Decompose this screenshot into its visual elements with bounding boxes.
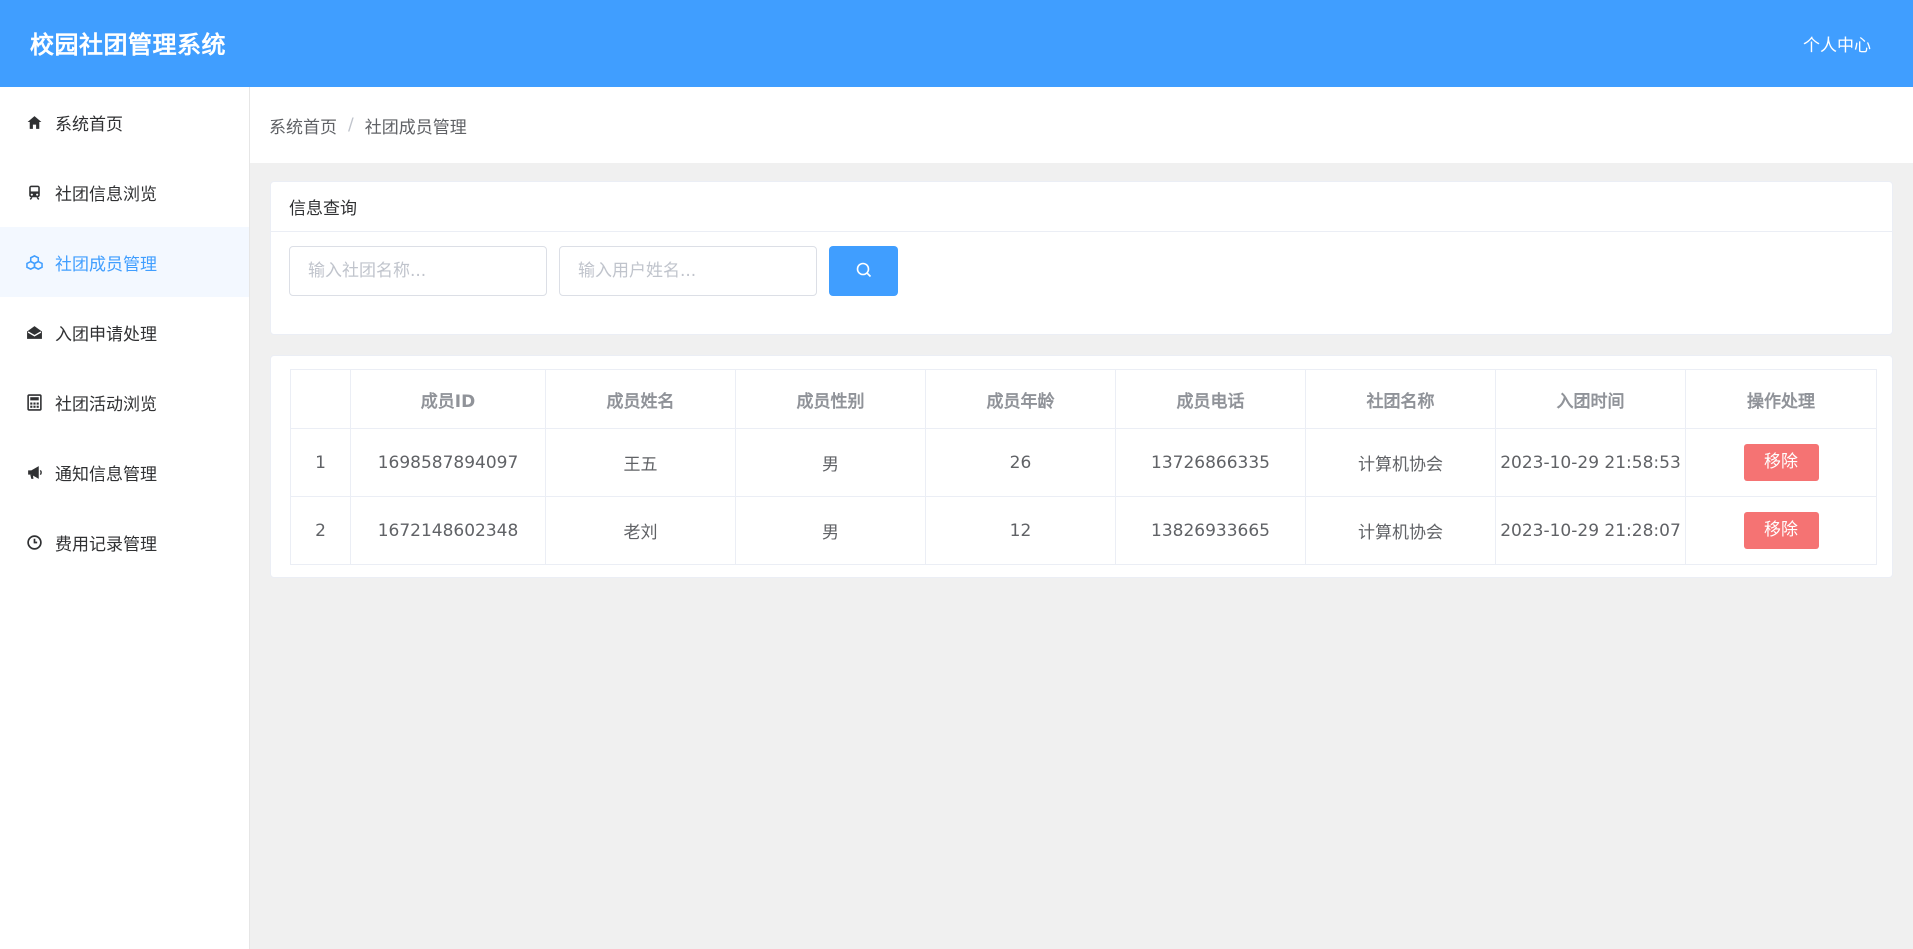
col-header-gender: 成员性别 bbox=[735, 369, 926, 429]
sidebar-item-activities[interactable]: 社团活动浏览 bbox=[0, 367, 249, 437]
sidebar-item-label: 社团活动浏览 bbox=[55, 394, 157, 415]
sidebar-item-club-info[interactable]: 社团信息浏览 bbox=[0, 157, 249, 227]
cell-age: 26 bbox=[925, 428, 1116, 497]
cell-action: 移除 bbox=[1685, 496, 1877, 565]
table-header-row: 成员ID 成员姓名 成员性别 成员年龄 成员电话 社团名称 入团时间 操作处理 bbox=[290, 369, 1877, 429]
cell-name: 老刘 bbox=[545, 496, 736, 565]
cell-club: 计算机协会 bbox=[1305, 428, 1496, 497]
sidebar-item-applications[interactable]: 入团申请处理 bbox=[0, 297, 249, 367]
top-header: 校园社团管理系统 个人中心 bbox=[0, 0, 1913, 87]
sidebar-item-label: 社团信息浏览 bbox=[55, 184, 157, 205]
col-header-phone: 成员电话 bbox=[1115, 369, 1306, 429]
search-panel-title: 信息查询 bbox=[271, 182, 1892, 232]
search-icon bbox=[855, 261, 873, 282]
remove-button[interactable]: 移除 bbox=[1743, 444, 1819, 481]
cell-gender: 男 bbox=[735, 496, 926, 565]
sidebar-item-notifications[interactable]: 通知信息管理 bbox=[0, 437, 249, 507]
col-header-id: 成员ID bbox=[350, 369, 546, 429]
sidebar-item-label: 社团成员管理 bbox=[55, 254, 157, 275]
search-panel: 信息查询 bbox=[270, 181, 1893, 335]
sidebar-item-home[interactable]: 系统首页 bbox=[0, 87, 249, 157]
sidebar-item-label: 系统首页 bbox=[55, 114, 123, 135]
train-icon bbox=[24, 182, 44, 202]
col-header-age: 成员年龄 bbox=[925, 369, 1116, 429]
cell-id: 1698587894097 bbox=[350, 428, 546, 497]
cubes-icon bbox=[24, 252, 44, 272]
col-header-joined: 入团时间 bbox=[1495, 369, 1686, 429]
cell-id: 1672148602348 bbox=[350, 496, 546, 565]
club-name-input[interactable] bbox=[289, 246, 547, 296]
user-name-input[interactable] bbox=[559, 246, 817, 296]
user-center-link[interactable]: 个人中心 bbox=[1803, 31, 1871, 56]
members-table-card: 成员ID 成员姓名 成员性别 成员年龄 成员电话 社团名称 入团时间 操作处理 … bbox=[270, 355, 1893, 578]
cell-phone: 13726866335 bbox=[1115, 428, 1306, 497]
app-title: 校园社团管理系统 bbox=[30, 31, 226, 59]
cell-gender: 男 bbox=[735, 428, 926, 497]
sidebar-item-fees[interactable]: 费用记录管理 bbox=[0, 507, 249, 577]
breadcrumb-separator: / bbox=[348, 115, 354, 135]
calculator-icon bbox=[24, 392, 44, 412]
sidebar-item-members[interactable]: 社团成员管理 bbox=[0, 227, 249, 297]
search-button[interactable] bbox=[829, 246, 898, 296]
clock-icon bbox=[24, 532, 44, 552]
col-header-index bbox=[290, 369, 351, 429]
cell-action: 移除 bbox=[1685, 428, 1877, 497]
cell-index: 1 bbox=[290, 428, 351, 497]
members-table: 成员ID 成员姓名 成员性别 成员年龄 成员电话 社团名称 入团时间 操作处理 … bbox=[290, 369, 1877, 565]
cell-joined: 2023-10-29 21:58:53 bbox=[1495, 428, 1686, 497]
sidebar-item-label: 入团申请处理 bbox=[55, 324, 157, 345]
cell-name: 王五 bbox=[545, 428, 736, 497]
breadcrumb-current: 社团成员管理 bbox=[364, 117, 467, 138]
cell-index: 2 bbox=[290, 496, 351, 565]
col-header-club: 社团名称 bbox=[1305, 369, 1496, 429]
col-header-name: 成员姓名 bbox=[545, 369, 736, 429]
cell-club: 计算机协会 bbox=[1305, 496, 1496, 565]
sidebar: 系统首页 社团信息浏览 社团成员管理 入团申请处理 社团活动浏览 通知信息管理 bbox=[0, 87, 250, 949]
envelope-open-icon bbox=[24, 322, 44, 342]
breadcrumb: 系统首页 / 社团成员管理 bbox=[250, 87, 1913, 163]
remove-button[interactable]: 移除 bbox=[1743, 512, 1819, 549]
cell-joined: 2023-10-29 21:28:07 bbox=[1495, 496, 1686, 565]
table-row: 1 1698587894097 王五 男 26 13726866335 计算机协… bbox=[290, 428, 1877, 497]
home-icon bbox=[24, 112, 44, 132]
sidebar-item-label: 费用记录管理 bbox=[55, 534, 157, 555]
table-row: 2 1672148602348 老刘 男 12 13826933665 计算机协… bbox=[290, 496, 1877, 565]
breadcrumb-home[interactable]: 系统首页 bbox=[269, 113, 337, 138]
bullhorn-icon bbox=[24, 462, 44, 482]
cell-age: 12 bbox=[925, 496, 1116, 565]
cell-phone: 13826933665 bbox=[1115, 496, 1306, 565]
sidebar-item-label: 通知信息管理 bbox=[55, 464, 157, 485]
col-header-action: 操作处理 bbox=[1685, 369, 1877, 429]
